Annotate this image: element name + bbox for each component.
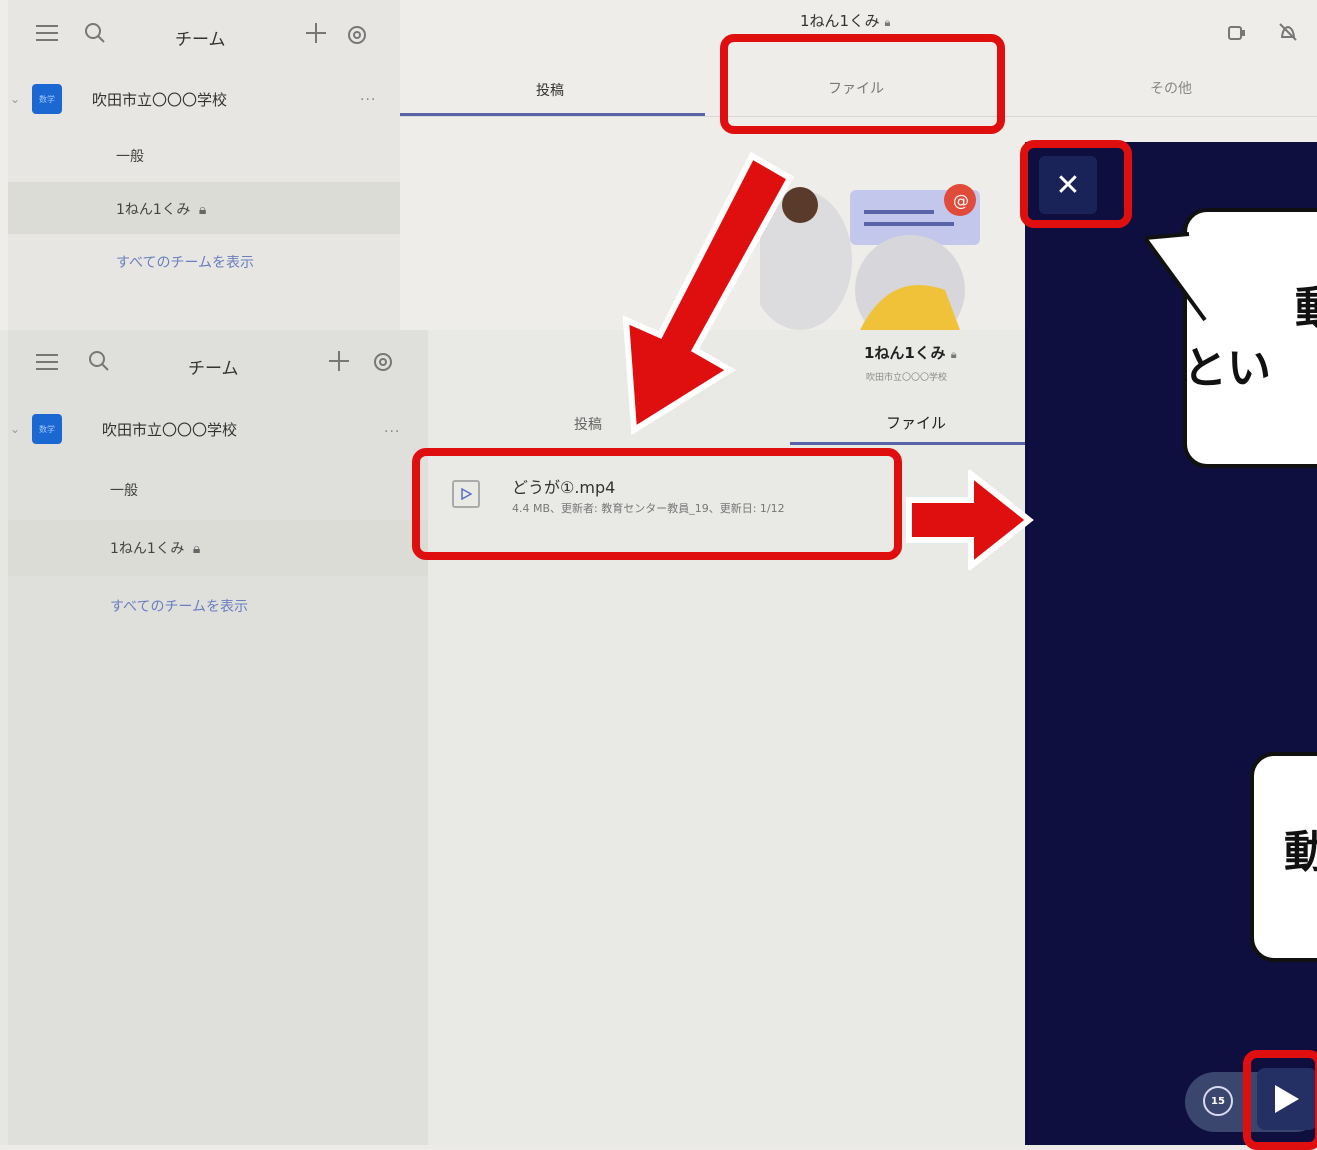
bubble1-line2: とい — [1183, 343, 1271, 394]
channel-class-label: 1ねん1くみ — [110, 541, 185, 557]
tab-other[interactable]: その他 — [1150, 78, 1192, 98]
team-item[interactable]: 数学 吹田市立〇〇〇学校 — [32, 84, 227, 114]
team-item[interactable]: 数学 吹田市立〇〇〇学校 — [32, 414, 237, 444]
show-all-teams-link[interactable]: すべてのチームを表示 — [110, 596, 248, 616]
bubble1-line1: 動 — [1295, 272, 1317, 336]
channel-selected-bg — [8, 520, 428, 576]
channel-general[interactable]: 一般 — [116, 146, 144, 166]
channel-header-title-text: 1ねん1くみ — [864, 344, 946, 362]
bottom-left-pane — [8, 330, 428, 1145]
channel-header-title: 1ねん1くみ 🔒︎ — [800, 10, 890, 31]
team-name: 吹田市立〇〇〇学校 — [102, 420, 238, 439]
team-avatar: 数学 — [32, 414, 62, 444]
teams-title: チーム — [175, 30, 226, 50]
lock-icon: 🔒︎ — [950, 348, 957, 361]
lock-icon: 🔒︎ — [198, 202, 207, 218]
meet-icon[interactable] — [1228, 24, 1246, 46]
bubble2-line1: 動 — [1284, 827, 1317, 878]
tab-files[interactable]: ファイル — [886, 412, 946, 433]
tab-posts[interactable]: 投稿 — [536, 80, 564, 100]
highlight-play-button — [1243, 1050, 1317, 1150]
add-team-icon[interactable] — [328, 350, 350, 376]
arrow-right — [906, 470, 1034, 570]
lock-icon: 🔒︎ — [884, 16, 891, 29]
gear-icon[interactable] — [346, 24, 368, 50]
show-all-teams-link[interactable]: すべてのチームを表示 — [116, 252, 254, 272]
channel-general[interactable]: 一般 — [110, 480, 138, 500]
mute-bell-icon[interactable] — [1278, 22, 1298, 46]
channel-header-title-text: 1ねん1くみ — [800, 12, 880, 30]
search-icon[interactable] — [84, 22, 106, 48]
expand-chevron-icon[interactable]: ⌄ — [10, 92, 20, 106]
team-name: 吹田市立〇〇〇学校 — [92, 90, 228, 109]
channel-header-title: 1ねん1くみ 🔒︎ — [864, 342, 957, 363]
rewind-15-label: 15 — [1211, 1095, 1225, 1107]
hamburger-icon[interactable] — [36, 24, 58, 46]
more-options-icon[interactable]: ... — [360, 88, 376, 104]
highlight-close-button — [1020, 140, 1132, 228]
team-avatar: 数学 — [32, 84, 62, 114]
expand-chevron-icon[interactable]: ⌄ — [10, 422, 20, 436]
tab-files-underline — [790, 442, 1028, 445]
search-icon[interactable] — [88, 350, 110, 376]
highlight-files-tab — [720, 34, 1005, 134]
add-team-icon[interactable] — [305, 22, 327, 48]
more-options-icon[interactable]: ... — [384, 420, 400, 436]
channel-class-label: 1ねん1くみ — [116, 202, 191, 218]
highlight-file-row — [412, 448, 902, 560]
rewind-15-icon[interactable]: 15 — [1203, 1086, 1233, 1116]
lock-icon: 🔒︎ — [192, 541, 201, 557]
svg-text:@: @ — [953, 191, 969, 210]
channel-class[interactable]: 1ねん1くみ 🔒︎ — [116, 199, 206, 219]
teams-title: チーム — [188, 359, 239, 379]
speech-bubble-play: 動 — [1250, 752, 1317, 962]
arrow-down-left — [622, 151, 795, 436]
channel-header-subtitle: 吹田市立〇〇〇学校 — [866, 373, 948, 383]
video-player: ✕ 動 とい 動 15 — [1025, 142, 1317, 1145]
speech-bubble-tail — [1145, 232, 1209, 330]
hamburger-icon[interactable] — [36, 353, 58, 375]
channel-class[interactable]: 1ねん1くみ 🔒︎ — [110, 538, 200, 558]
tab-posts[interactable]: 投稿 — [574, 414, 602, 434]
gear-icon[interactable] — [372, 351, 394, 377]
